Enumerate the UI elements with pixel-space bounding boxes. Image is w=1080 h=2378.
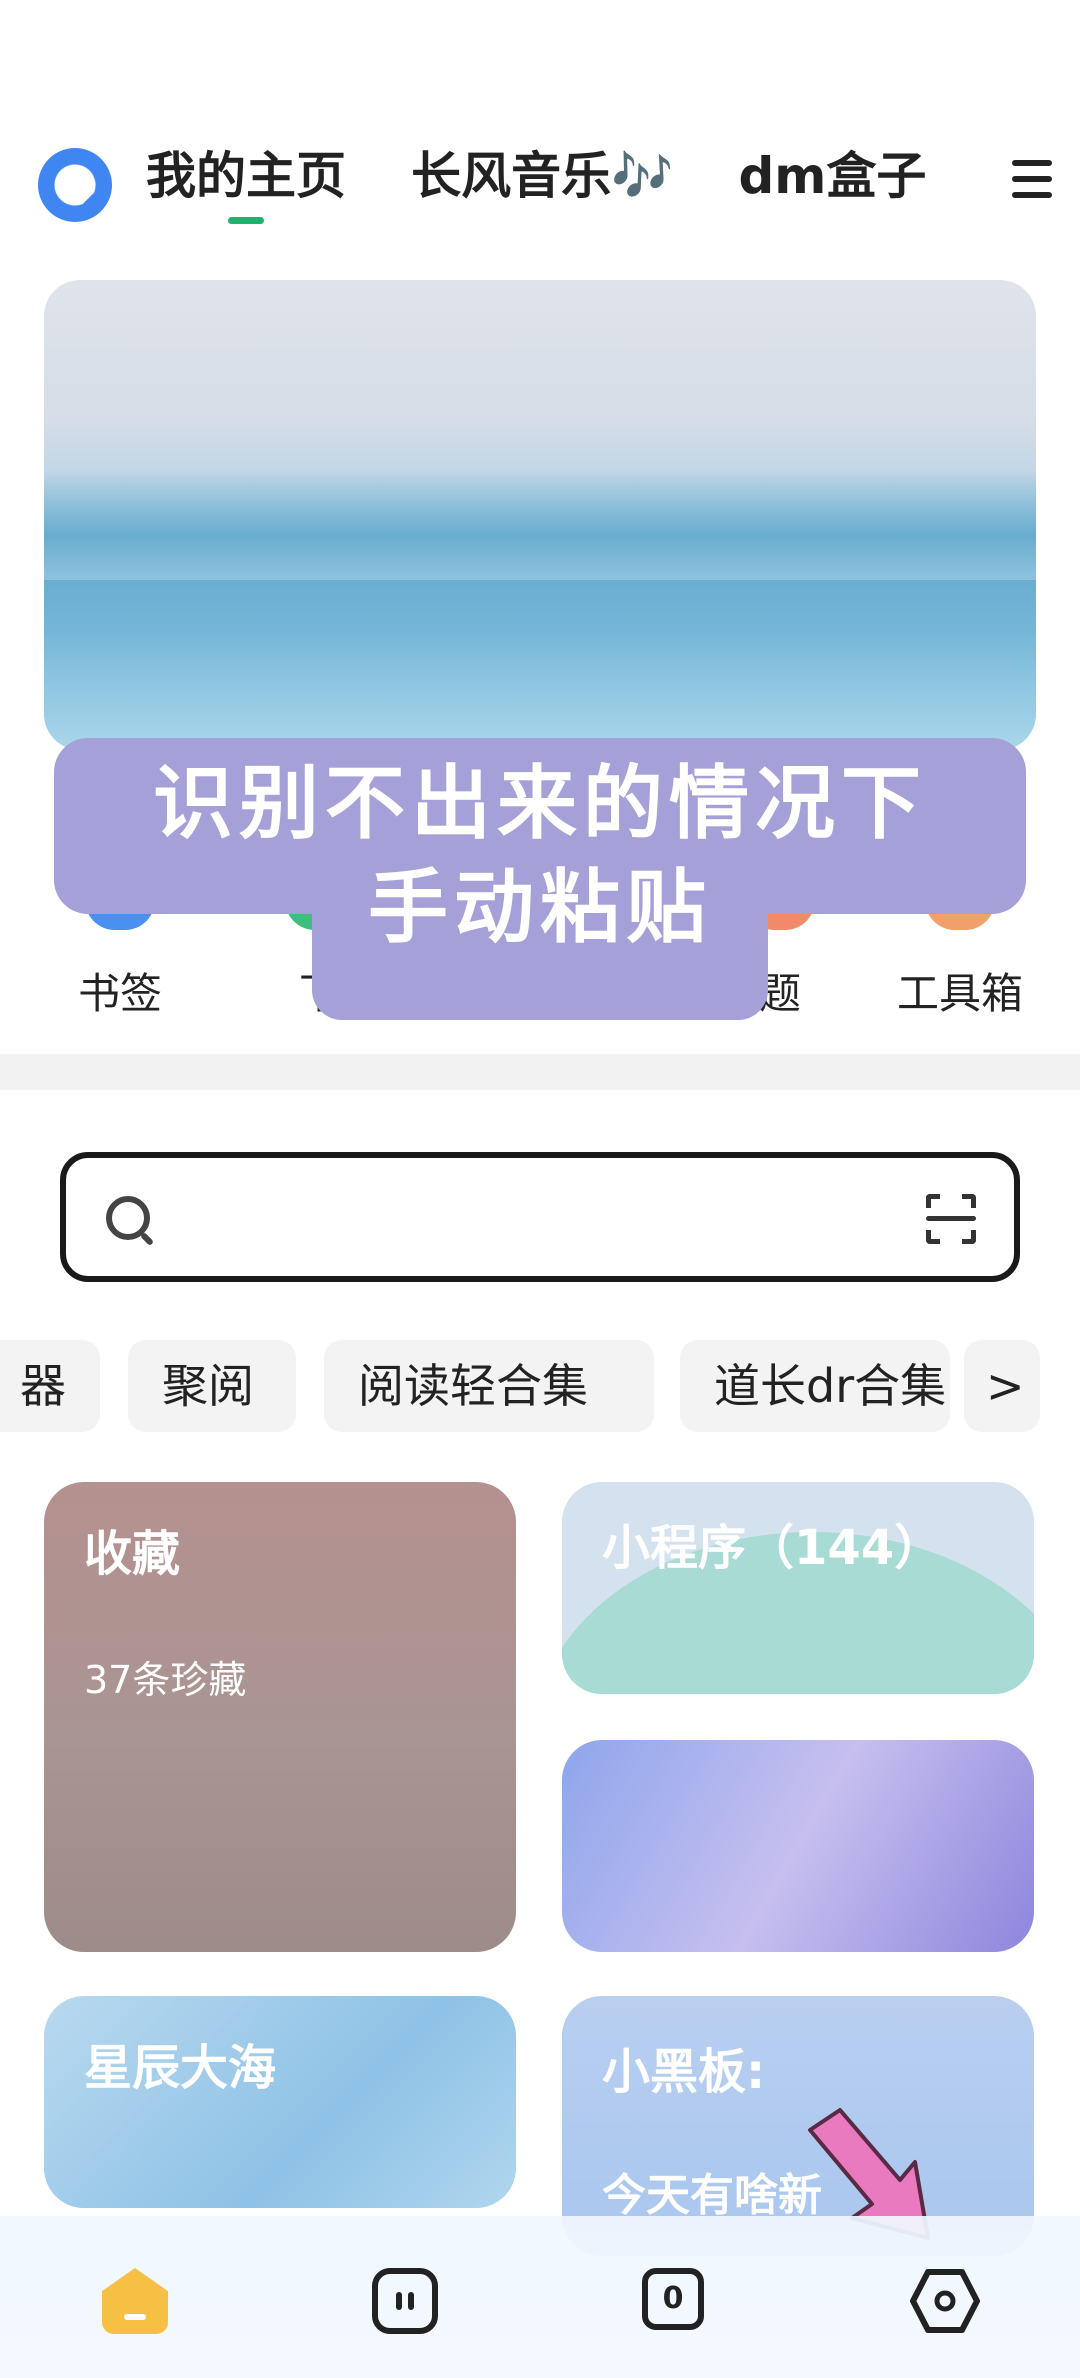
chip-daozhang[interactable]: 道长dr合集 [680, 1340, 950, 1432]
scan-icon[interactable] [926, 1194, 976, 1244]
chips-more-button[interactable]: > [964, 1340, 1040, 1432]
tabs-switcher-icon[interactable] [372, 2268, 438, 2334]
settings-hexagon-icon[interactable] [910, 2268, 980, 2334]
mini-programs-card[interactable]: 小程序（144） [562, 1482, 1034, 1694]
shortcut-label: 书签 [77, 969, 162, 1018]
caption-line-1: 识别不出来的情况下 [153, 757, 927, 850]
menu-icon[interactable] [1012, 160, 1052, 202]
tab-my-home[interactable]: 我的主页 [146, 136, 346, 224]
card-title: 小程序（144） [602, 1520, 943, 1576]
purple-card[interactable] [562, 1740, 1034, 1952]
bottom-nav: 0 [0, 2216, 1080, 2378]
card-title: 收藏 [84, 1526, 181, 1582]
search-icon [106, 1196, 150, 1240]
shortcut-label: 工具箱 [896, 969, 1023, 1018]
chip-yuedu[interactable]: 阅读轻合集 [324, 1340, 654, 1432]
caption-text: 识别不出来的情况下 手动粘贴 [54, 752, 1026, 960]
chip-row: 器 聚阅 阅读轻合集 道长dr合集 > [0, 1340, 1080, 1440]
card-title: 小黑板: [602, 2044, 766, 2100]
section-divider [0, 1054, 1080, 1090]
caption-line-2: 手动粘贴 [368, 861, 712, 954]
card-title: 星辰大海 [84, 2040, 277, 2096]
favorites-card[interactable]: 收藏 37条珍藏 [44, 1482, 516, 1952]
tab-dm-box[interactable]: dm盒子 [738, 136, 926, 216]
chip-qi[interactable]: 器 [0, 1340, 100, 1432]
search-logo-icon[interactable] [38, 148, 112, 222]
home-tabs: 我的主页 长风音乐🎶 dm盒子 聚 [146, 136, 986, 226]
home-icon[interactable] [102, 2268, 168, 2334]
top-bar: 我的主页 长风音乐🎶 dm盒子 聚 [0, 0, 1080, 260]
card-subtitle: 37条珍藏 [84, 1658, 247, 1702]
chip-juyue[interactable]: 聚阅 [128, 1340, 296, 1432]
tab-count-button[interactable]: 0 [642, 2268, 704, 2330]
starsea-card[interactable]: 星辰大海 [44, 1996, 516, 2208]
search-input[interactable] [60, 1152, 1020, 1282]
tab-changfeng-music[interactable]: 长风音乐🎶 [411, 136, 673, 216]
banner-image[interactable] [44, 280, 1036, 750]
